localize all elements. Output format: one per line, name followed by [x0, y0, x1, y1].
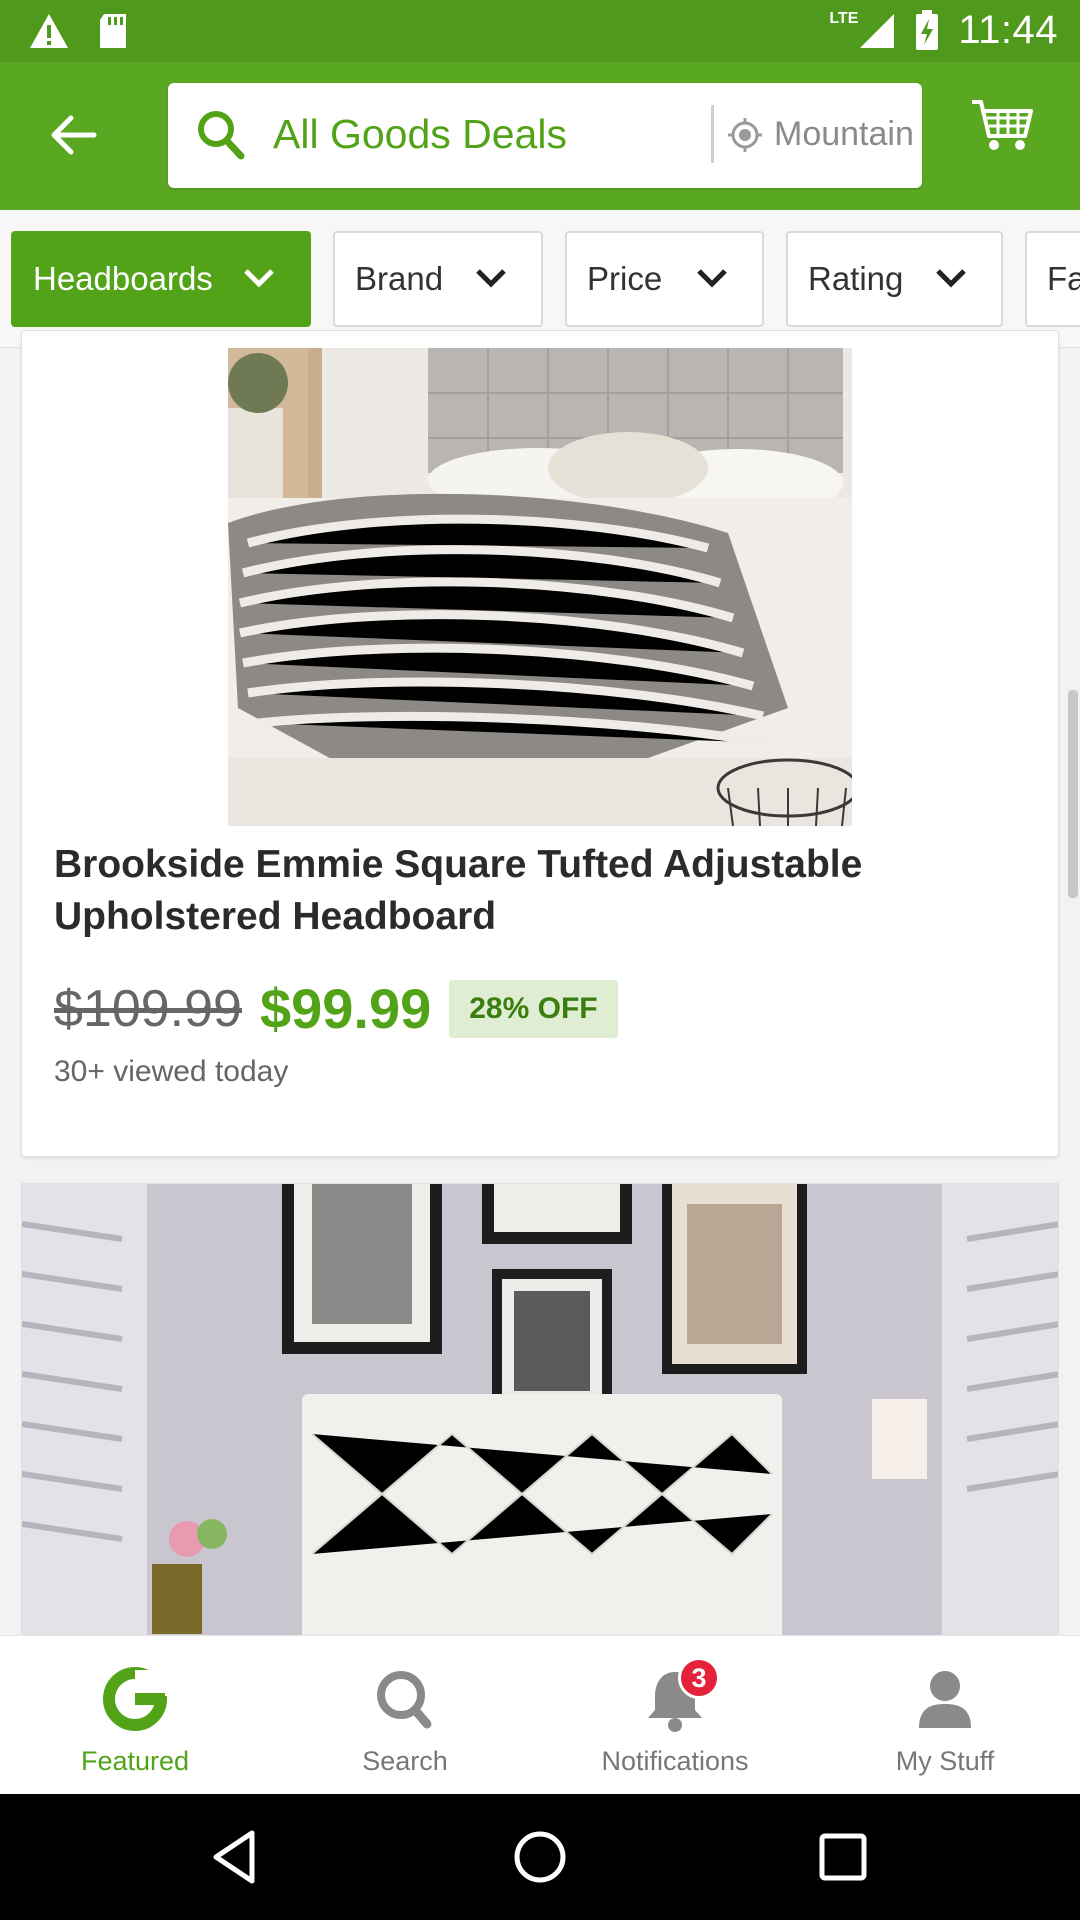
nav-notifications[interactable]: Notifications	[540, 1636, 810, 1795]
product-image	[228, 348, 852, 826]
search-icon	[377, 1671, 432, 1729]
product-image	[22, 1184, 1058, 1642]
bottom-nav: Featured Search Notifications 3 My Stuff	[0, 1635, 1080, 1794]
price-row: $109.99 $99.99 28% OFF	[54, 976, 618, 1041]
system-nav-bar	[0, 1794, 1080, 1920]
sale-price: $99.99	[259, 977, 432, 1040]
nav-featured[interactable]: Featured	[0, 1636, 270, 1795]
search-box[interactable]: All Goods Deals Mountain View	[168, 83, 922, 188]
chevron-down-icon	[476, 269, 506, 288]
nav-label: Search	[362, 1746, 448, 1776]
cart-button[interactable]	[970, 98, 1050, 172]
product-title[interactable]: Brookside Emmie Square Tufted Adjustable…	[54, 839, 954, 943]
filter-bar: Headboards Brand Price Rating Fa	[0, 210, 1080, 348]
groupon-g-icon	[103, 1667, 171, 1731]
clock: 11:44	[958, 8, 1058, 52]
chip-label: Rating	[808, 260, 904, 297]
lte-indicator: LTE	[829, 9, 859, 27]
chip-label: Fa	[1047, 260, 1080, 297]
nav-search[interactable]: Search	[270, 1636, 540, 1795]
chevron-down-icon	[697, 269, 727, 288]
filter-chip-price[interactable]: Price	[565, 231, 764, 327]
battery-charging-icon	[916, 9, 939, 50]
deal-card[interactable]	[21, 1183, 1059, 1643]
chevron-down-icon	[936, 269, 966, 288]
person-icon	[919, 1671, 971, 1728]
back-triangle-icon[interactable]	[206, 1827, 266, 1887]
recents-square-icon[interactable]	[813, 1827, 873, 1887]
views-count: 30+ viewed today	[54, 1055, 289, 1088]
status-bar: LTE 11:44	[0, 0, 1080, 62]
nav-label: My Stuff	[895, 1746, 995, 1776]
chip-label: Price	[587, 260, 663, 297]
discount-badge: 28% OFF	[449, 979, 618, 1038]
search-query[interactable]: All Goods Deals	[273, 111, 567, 158]
filter-chip-more[interactable]: Fa	[1025, 231, 1080, 327]
cart-icon	[972, 100, 1033, 150]
nav-label: Featured	[80, 1746, 190, 1776]
original-price: $109.99	[54, 979, 242, 1038]
home-circle-icon[interactable]	[510, 1827, 570, 1887]
app-bar: All Goods Deals Mountain View	[0, 62, 1080, 210]
filter-chip-rating[interactable]: Rating	[786, 231, 1003, 327]
chip-label: Brand	[355, 260, 444, 297]
nav-label: Notifications	[601, 1746, 749, 1776]
filter-chip-category[interactable]: Headboards	[11, 231, 311, 327]
warning-icon	[30, 14, 68, 48]
deal-card[interactable]: Brookside Emmie Square Tufted Adjustable…	[21, 330, 1059, 1157]
filter-chip-brand[interactable]: Brand	[333, 231, 543, 327]
location-field[interactable]: Mountain View	[774, 115, 914, 154]
search-icon	[198, 111, 245, 160]
back-arrow-icon	[51, 115, 97, 155]
location-icon	[728, 118, 762, 152]
sd-card-icon	[100, 14, 126, 48]
scrollbar[interactable]	[1068, 690, 1078, 898]
back-button[interactable]	[38, 100, 108, 170]
nav-my-stuff[interactable]: My Stuff	[810, 1636, 1080, 1795]
signal-icon	[860, 13, 895, 48]
chip-label: Headboards	[33, 260, 213, 297]
divider	[711, 105, 714, 163]
notification-badge: 3	[678, 1657, 720, 1699]
chevron-down-icon	[244, 269, 274, 288]
